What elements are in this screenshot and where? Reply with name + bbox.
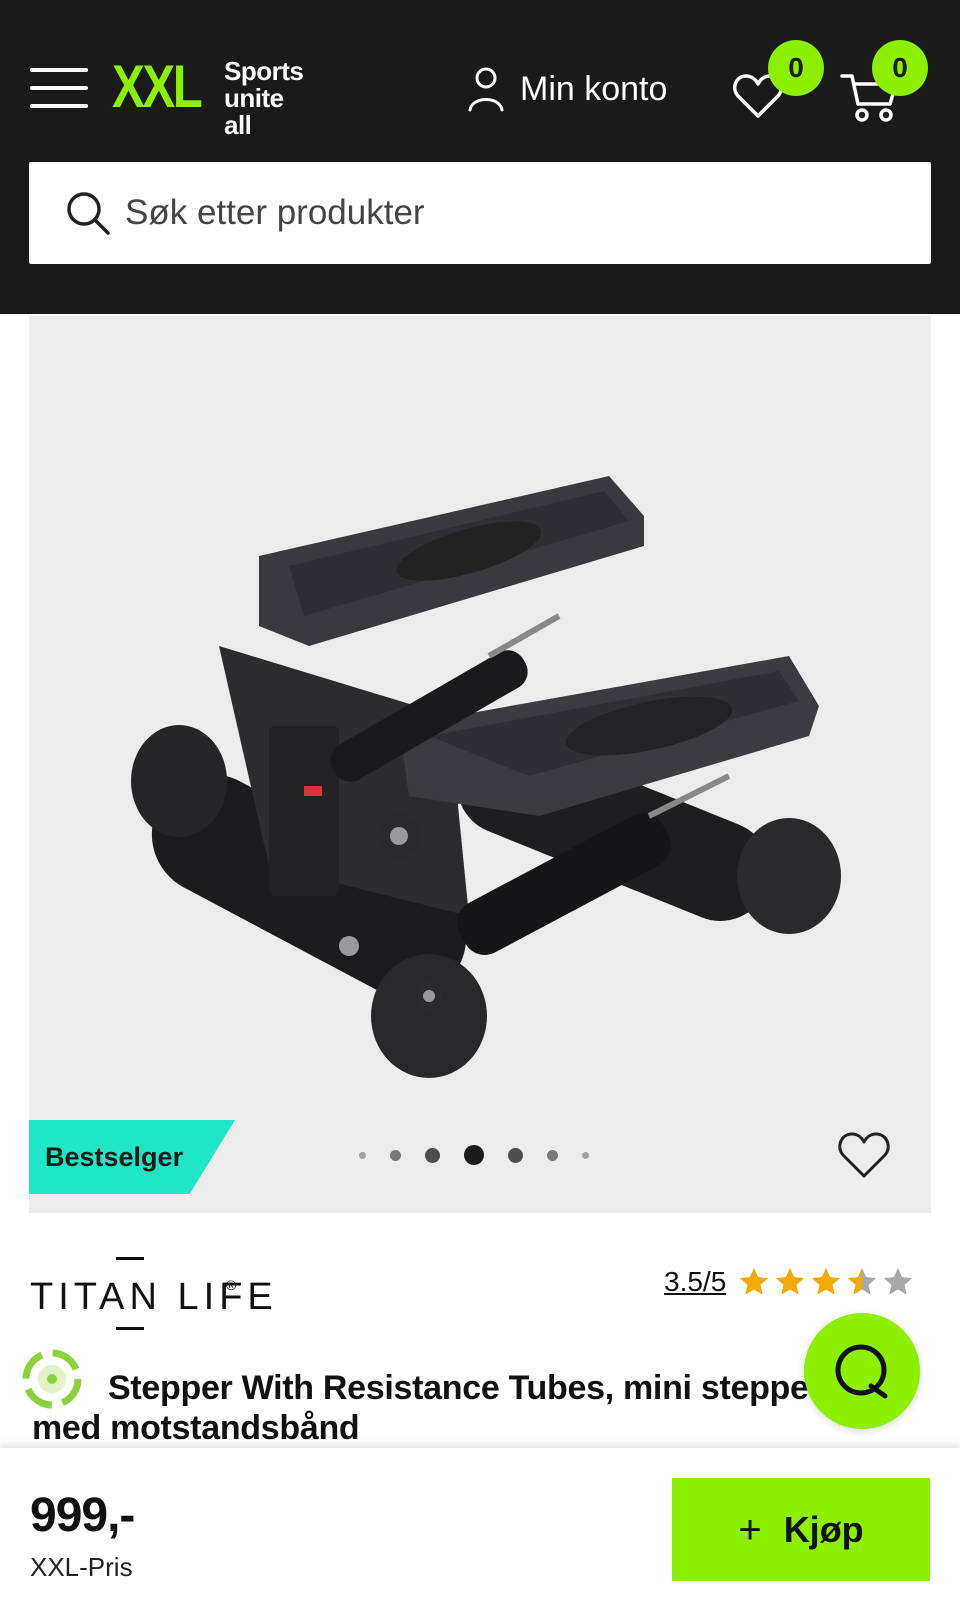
star-half-icon <box>848 1267 877 1295</box>
product-image[interactable] <box>89 396 889 1096</box>
brand-name: TITAN LIFE <box>30 1276 278 1318</box>
brand-registered-mark: ® <box>226 1277 237 1293</box>
carousel-dot[interactable] <box>425 1147 440 1163</box>
logo-mark: XXL <box>112 53 203 120</box>
site-header: XXL Sports unite all Min konto 0 0 Søk e… <box>0 0 960 314</box>
star-empty-icon <box>884 1267 913 1295</box>
carousel-dot-active[interactable] <box>464 1145 484 1165</box>
logo-tagline: Sports unite all <box>224 56 304 140</box>
rating-stars <box>736 1265 916 1299</box>
product-price: 999,- <box>30 1489 135 1542</box>
buy-button[interactable]: + Kjøp <box>672 1478 930 1581</box>
add-to-wishlist-button[interactable] <box>835 1128 893 1182</box>
account-label: Min konto <box>520 69 668 108</box>
wishlist-count-badge: 0 <box>768 40 824 96</box>
carousel-dot[interactable] <box>547 1149 558 1161</box>
bestseller-badge: Bestselger <box>29 1120 235 1194</box>
logo-tagline-line1: Sports <box>224 56 304 86</box>
carousel-dot[interactable] <box>359 1151 366 1159</box>
carousel-dot[interactable] <box>508 1147 523 1163</box>
carousel-indicator <box>359 1142 589 1168</box>
brand-logo-bar <box>116 1327 144 1330</box>
cart-count-badge: 0 <box>872 40 928 96</box>
price-label: XXL-Pris <box>30 1552 133 1582</box>
product-title-line2: med motstandsbånd <box>32 1409 360 1445</box>
product-rating[interactable]: 3.5/5 <box>664 1262 916 1302</box>
recycle-icon <box>22 1349 82 1409</box>
chat-button[interactable] <box>804 1313 920 1429</box>
search-placeholder: Søk etter produkter <box>125 193 425 232</box>
account-link[interactable]: Min konto <box>468 64 667 114</box>
brand-logo-bar <box>116 1257 144 1260</box>
star-icon <box>776 1267 805 1295</box>
plus-icon: + <box>738 1507 762 1552</box>
logo-tagline-line2: unite all <box>224 83 284 140</box>
brand-logo[interactable]: TITAN LIFE ® <box>30 1255 280 1335</box>
user-icon <box>468 67 504 112</box>
search-icon <box>67 192 110 235</box>
search-input[interactable]: Søk etter produkter <box>29 162 931 264</box>
site-logo[interactable]: XXL Sports unite all <box>112 53 304 139</box>
star-icon <box>812 1267 841 1295</box>
carousel-dot[interactable] <box>582 1151 589 1159</box>
purchase-bar: 999,- XXL-Pris + Kjøp <box>0 1448 960 1603</box>
star-icon <box>740 1267 769 1295</box>
chat-icon <box>835 1344 888 1399</box>
buy-button-label: Kjøp <box>783 1508 864 1550</box>
carousel-dot[interactable] <box>390 1149 401 1161</box>
heart-icon <box>838 1132 890 1178</box>
menu-icon[interactable] <box>30 68 88 108</box>
product-image-gallery[interactable]: Bestselger <box>29 316 931 1213</box>
rating-score[interactable]: 3.5/5 <box>664 1266 726 1298</box>
